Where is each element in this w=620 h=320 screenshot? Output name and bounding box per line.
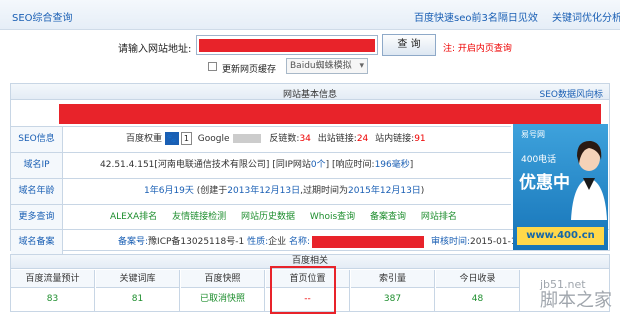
panel-header: 网站基本信息 SEO数据风向标 <box>11 84 609 100</box>
google-label: Google <box>197 134 230 144</box>
url-label: 请输入网站地址: <box>118 44 192 55</box>
age-close: ) <box>420 186 425 196</box>
icp-number: 豫ICP备13025118号-1 <box>148 237 245 247</box>
response-suffix: ] <box>409 160 414 170</box>
icp-number-label: 备案号: <box>118 237 149 247</box>
seo-values: 百度权重 🐾 1 Google 反链数:34 出站链接:24 站内链接:91 <box>64 127 511 152</box>
paw-icon: 🐾 <box>164 132 179 145</box>
col-header: 关键词库 <box>96 270 179 288</box>
baidu-weight-label: 百度权重 <box>126 134 163 144</box>
google-pr-bar <box>232 134 261 143</box>
ip-values: 42.51.4.151[河南电联通信技术有限公司] [同IP网站0个] [响应时… <box>64 153 511 178</box>
backlinks-value[interactable]: 34 <box>299 134 310 144</box>
outlinks-label: 出站链接: <box>317 134 357 144</box>
more-links: ALEXA排名 友情链接检测 网站历史数据 Whois查询 备案查询 网站排名 <box>64 205 511 230</box>
nature-label: 性质: <box>247 237 269 247</box>
ad-brand: 易号网 <box>521 130 545 139</box>
ad-promo: 优惠中 <box>519 173 570 193</box>
baidu-weight-value: 1 <box>180 132 192 145</box>
ip-value: 42.51.4.151 <box>100 160 155 170</box>
response-prefix: [响应时间: <box>332 160 375 170</box>
row-label-ip[interactable]: 域名IP <box>11 153 63 178</box>
audit-time-label: 审核时间: <box>430 237 470 247</box>
redacted-site-title <box>59 104 601 124</box>
redacted-url <box>199 39 375 52</box>
row-label-age[interactable]: 域名年龄 <box>11 179 63 204</box>
highlight-box <box>270 266 336 314</box>
expire-date: 2015年12月13日 <box>347 186 421 196</box>
site-rank-link[interactable]: 网站排名 <box>421 212 457 222</box>
col-value[interactable]: 81 <box>96 288 179 310</box>
age-values: 1年6月19天 (创建于2013年12月13日,过期时间为2015年12月13日… <box>64 179 511 204</box>
col-header: 今日收录 <box>436 270 519 288</box>
panel-title: 网站基本信息 <box>282 90 337 100</box>
watermark: jb51.net 脚本之家 <box>540 278 612 311</box>
watermark-line2: 脚本之家 <box>540 290 612 311</box>
ad-banner-400[interactable]: 易号网 400电话 优惠中 www.400.cn <box>513 124 608 250</box>
agent-portrait-icon <box>571 140 607 220</box>
inner-page-note[interactable]: 注: 开启内页查询 <box>443 41 512 54</box>
col-traffic: 百度流量预计 83 <box>11 270 95 311</box>
col-value[interactable]: 48 <box>436 288 519 310</box>
response-time: 196毫秒 <box>374 160 410 170</box>
row-domain-ip: 域名IP 42.51.4.151[河南电联通信技术有限公司] [同IP网站0个]… <box>11 152 511 178</box>
col-value[interactable]: 387 <box>351 288 434 310</box>
promo-link-seo[interactable]: 百度快速seo前3名隔日见效 <box>414 9 538 24</box>
redacted-company-name <box>312 235 425 248</box>
url-input[interactable] <box>196 35 378 55</box>
promo-link-keyword[interactable]: 关键词优化分析 <box>552 9 620 24</box>
icp-link[interactable]: 备案查询 <box>370 212 406 222</box>
nature-value: 企业 <box>268 237 287 247</box>
ad-tel: 400电话 <box>521 155 557 165</box>
row-label-icp[interactable]: 域名备案 <box>11 230 63 255</box>
expire-prefix: ,过期时间为 <box>300 186 348 196</box>
domain-age: 1年6月19天 <box>144 186 194 196</box>
col-today: 今日收录 48 <box>436 270 520 311</box>
update-cache-label: 更新网页缓存 <box>222 65 277 75</box>
backlinks-label: 反链数: <box>269 134 300 144</box>
row-domain-age: 域名年龄 1年6月19天 (创建于2013年12月13日,过期时间为2015年1… <box>11 178 511 204</box>
created-prefix: (创建于 <box>196 186 228 196</box>
outlinks-value[interactable]: 24 <box>357 134 368 144</box>
same-ip-suffix: ] <box>325 160 330 170</box>
col-index: 索引量 387 <box>351 270 435 311</box>
same-ip-count[interactable]: 0个 <box>311 160 326 170</box>
isp-value: [河南电联通信技术有限公司] <box>154 160 270 170</box>
seo-query-link[interactable]: SEO综合查询 <box>12 9 73 24</box>
ad-site: www.400.cn <box>517 227 604 245</box>
query-button[interactable]: 查 询 <box>382 34 436 56</box>
site-info-panel: 网站基本信息 SEO数据风向标 SEO信息 百度权重 🐾 1 Google 反链数… <box>10 83 610 255</box>
created-date: 2013年12月13日 <box>227 186 301 196</box>
inlinks-value[interactable]: 91 <box>414 134 425 144</box>
row-label-seo[interactable]: SEO信息 <box>11 127 63 152</box>
row-seo-info: SEO信息 百度权重 🐾 1 Google 反链数:34 出站链接:24 站内链接… <box>11 126 511 152</box>
spider-mode-value: Baidu蜘蛛模拟 <box>290 61 352 71</box>
friend-link-check[interactable]: 友情链接检测 <box>172 212 226 222</box>
same-ip-prefix: [同IP网站 <box>272 160 311 170</box>
col-value[interactable]: 83 <box>11 288 94 310</box>
history-link[interactable]: 网站历史数据 <box>241 212 295 222</box>
col-value[interactable]: 已取消快照 <box>181 288 264 310</box>
row-label-more[interactable]: 更多查询 <box>11 205 63 230</box>
update-cache-checkbox[interactable] <box>208 62 217 71</box>
whois-link[interactable]: Whois查询 <box>310 212 355 222</box>
row-more-queries: 更多查询 ALEXA排名 友情链接检测 网站历史数据 Whois查询 备案查询 … <box>11 204 511 230</box>
inlinks-label: 站内链接: <box>375 134 415 144</box>
name-label: 名称: <box>289 237 311 247</box>
col-header: 百度快照 <box>181 270 264 288</box>
top-bar: SEO综合查询 百度快速seo前3名隔日见效 关键词优化分析 <box>0 0 620 30</box>
col-header: 百度流量预计 <box>11 270 94 288</box>
chevron-down-icon: ▾ <box>359 61 364 71</box>
col-snapshot: 百度快照 已取消快照 <box>181 270 265 311</box>
col-keywords: 关键词库 81 <box>96 270 180 311</box>
col-header: 索引量 <box>351 270 434 288</box>
spider-mode-select[interactable]: Baidu蜘蛛模拟 ▾ <box>286 58 368 74</box>
seo-wind-link[interactable]: SEO数据风向标 <box>540 87 603 100</box>
alexa-link[interactable]: ALEXA排名 <box>110 212 157 222</box>
